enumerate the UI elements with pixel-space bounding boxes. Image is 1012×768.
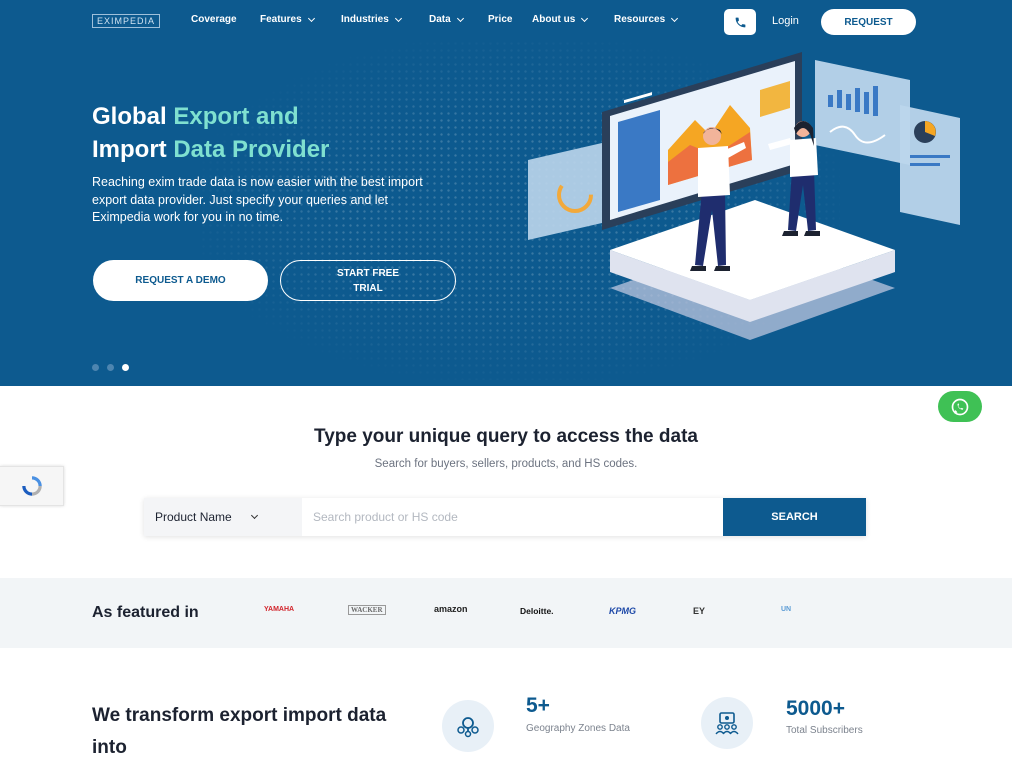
stat-label-subscribers: Total Subscribers bbox=[786, 725, 863, 736]
whatsapp-button[interactable] bbox=[938, 391, 982, 422]
hero-description: Reaching exim trade data is now easier w… bbox=[92, 175, 423, 224]
chevron-down-icon bbox=[456, 14, 464, 22]
hero-illustration bbox=[528, 52, 960, 340]
hero-section: EXIMPEDIA Coverage Features Industries D… bbox=[0, 0, 1012, 386]
phone-icon bbox=[735, 17, 745, 27]
search-button[interactable]: SEARCH bbox=[723, 498, 866, 536]
request-button[interactable]: REQUEST bbox=[821, 9, 916, 35]
phone-button[interactable] bbox=[724, 9, 756, 35]
chevron-down-icon bbox=[394, 14, 402, 22]
nav-item-label: Price bbox=[488, 14, 513, 25]
search-title: Type your unique query to access the dat… bbox=[314, 426, 698, 447]
featured-in-section: As featured in YAMAHA WACKER amazon Delo… bbox=[0, 578, 1012, 648]
carousel-dot[interactable] bbox=[92, 364, 99, 371]
transform-heading: We transform export import data into bbox=[92, 705, 387, 758]
nav-item-label: Industries bbox=[341, 14, 389, 25]
brand-logo-wacker: WACKER bbox=[348, 605, 386, 615]
search-subtitle: Search for buyers, sellers, products, an… bbox=[374, 458, 638, 470]
nav-item-about-us[interactable]: About us bbox=[532, 14, 589, 25]
search-input[interactable] bbox=[302, 498, 723, 536]
recaptcha-badge[interactable] bbox=[0, 466, 64, 506]
nav-item-label: Coverage bbox=[191, 14, 237, 25]
carousel-dot-active[interactable] bbox=[122, 364, 129, 371]
stat-value-zones: 5+ bbox=[526, 694, 550, 717]
whatsapp-icon bbox=[951, 398, 969, 415]
stat-value-subscribers: 5000+ bbox=[786, 697, 845, 720]
users-icon bbox=[701, 697, 753, 749]
logo[interactable]: EXIMPEDIA bbox=[92, 14, 161, 28]
nav-item-resources[interactable]: Resources bbox=[614, 14, 679, 25]
login-link[interactable]: Login bbox=[772, 15, 799, 27]
brand-logo-yamaha: YAMAHA bbox=[264, 606, 295, 613]
recaptcha-icon bbox=[21, 476, 42, 496]
featured-label: As featured in bbox=[92, 604, 199, 621]
brand-logo-ey: EY bbox=[693, 606, 706, 616]
brand-logo-kpmg: KPMG bbox=[609, 606, 636, 616]
chevron-down-icon bbox=[581, 14, 589, 22]
search-type-select[interactable]: Product Name bbox=[144, 498, 302, 536]
chevron-down-icon bbox=[307, 14, 315, 22]
brand-logo-deloitte: Deloitte. bbox=[520, 606, 554, 616]
nav-item-price[interactable]: Price bbox=[488, 14, 512, 25]
nav-item-label: Data bbox=[429, 14, 451, 25]
chevron-down-icon bbox=[250, 511, 258, 520]
nav-item-label: About us bbox=[532, 14, 576, 25]
stat-label-zones: Geography Zones Data bbox=[526, 723, 630, 734]
brand-logo-amazon: amazon bbox=[434, 604, 468, 614]
carousel-dot[interactable] bbox=[107, 364, 114, 371]
carousel-indicators bbox=[92, 364, 129, 371]
chevron-down-icon bbox=[671, 14, 679, 22]
select-value: Product Name bbox=[155, 510, 232, 524]
nav-item-coverage[interactable]: Coverage bbox=[191, 14, 237, 25]
hero-title: Global Export and Import Data Provider bbox=[92, 103, 330, 163]
start-free-trial-button[interactable]: START FREE TRIAL bbox=[280, 260, 456, 301]
nav-item-industries[interactable]: Industries bbox=[341, 14, 402, 25]
brand-logo-un: UN bbox=[781, 606, 792, 613]
nav-item-label: Features bbox=[260, 14, 302, 25]
request-demo-button[interactable]: REQUEST A DEMO bbox=[93, 260, 268, 301]
nav-item-label: Resources bbox=[614, 14, 666, 25]
top-navigation: EXIMPEDIA Coverage Features Industries D… bbox=[0, 0, 1012, 44]
search-bar: Product Name SEARCH bbox=[144, 498, 866, 536]
map-pin-icon bbox=[442, 700, 494, 752]
nav-item-data[interactable]: Data bbox=[429, 14, 464, 25]
nav-item-features[interactable]: Features bbox=[260, 14, 315, 25]
